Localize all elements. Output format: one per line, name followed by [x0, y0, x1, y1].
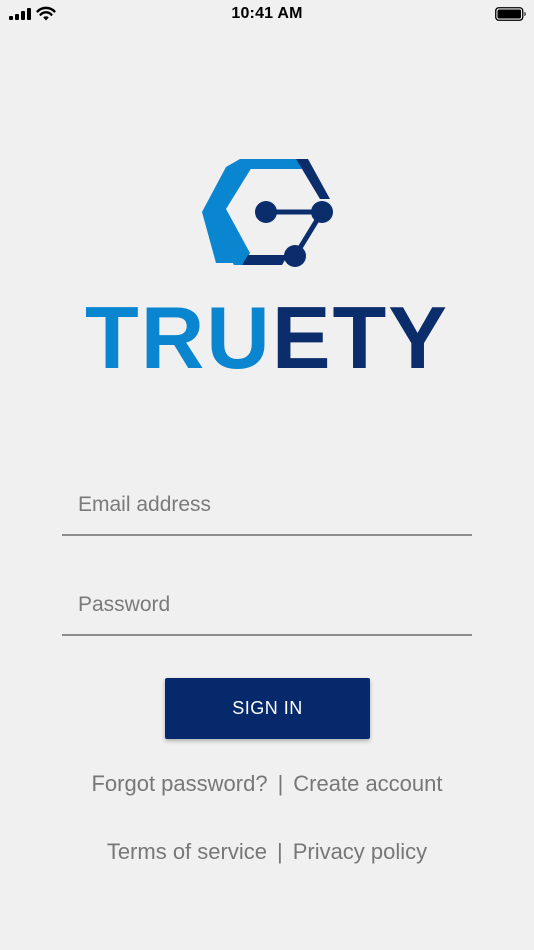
- forgot-password-link[interactable]: Forgot password?: [91, 771, 267, 796]
- email-field[interactable]: [78, 478, 458, 532]
- password-field[interactable]: [78, 578, 458, 632]
- legal-links-row: Terms of service | Privacy policy: [0, 839, 534, 865]
- status-bar: 10:41 AM: [0, 0, 534, 28]
- email-field-container: [62, 478, 472, 536]
- wordmark-part-tru: TRU: [84, 288, 272, 387]
- brand-wordmark: TRUETY: [0, 293, 534, 383]
- terms-of-service-link[interactable]: Terms of service: [107, 839, 267, 864]
- account-links-row: Forgot password? | Create account: [0, 771, 534, 797]
- sign-in-button[interactable]: SIGN IN: [165, 678, 370, 739]
- password-field-container: [62, 578, 472, 636]
- privacy-policy-link[interactable]: Privacy policy: [293, 839, 427, 864]
- truety-logo-icon: [202, 159, 333, 267]
- create-account-link[interactable]: Create account: [293, 771, 442, 796]
- battery-icon: [495, 7, 526, 21]
- link-separator: |: [276, 839, 283, 864]
- wordmark-part-ety: ETY: [271, 288, 449, 387]
- status-time: 10:41 AM: [231, 5, 303, 22]
- link-separator: |: [277, 771, 284, 796]
